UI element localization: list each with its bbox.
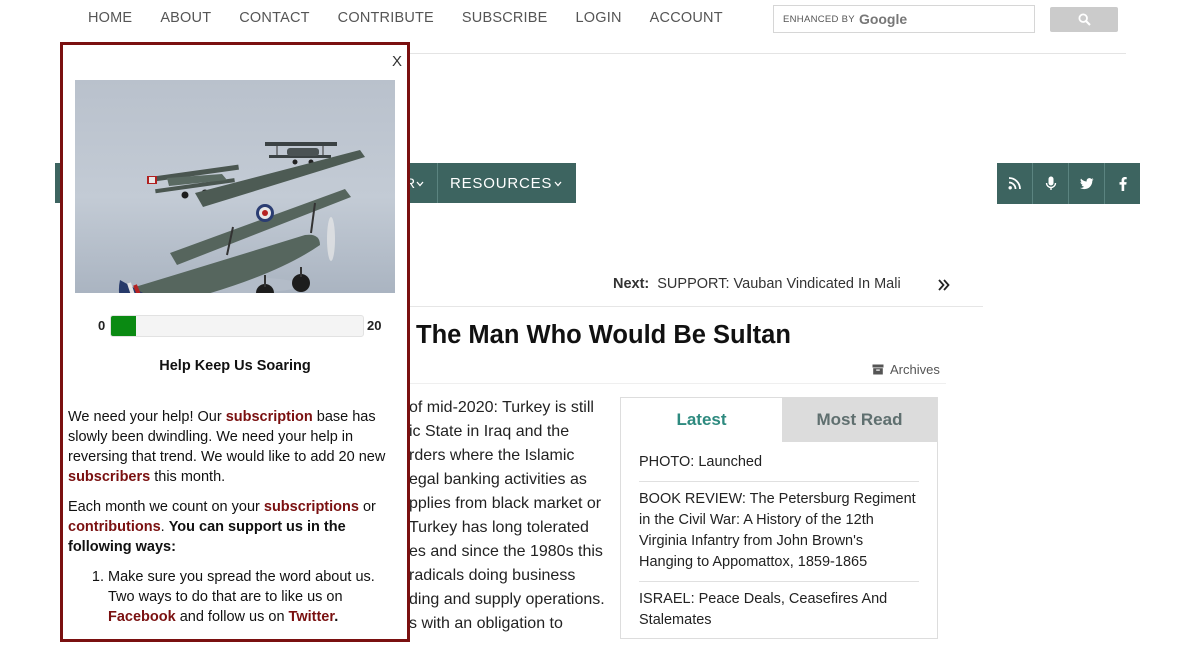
archive-box-icon bbox=[872, 364, 884, 375]
meta-divider bbox=[405, 383, 946, 384]
support-ways-list: Make sure you spread the word about us. … bbox=[68, 567, 404, 627]
article-body-line: ic State in Iraq and the bbox=[409, 423, 570, 440]
subscription-link[interactable]: subscription bbox=[226, 409, 313, 425]
search-icon bbox=[1077, 13, 1091, 26]
text-segment: Each month we count on your bbox=[68, 499, 264, 515]
search-input[interactable]: ENHANCED BY Google bbox=[773, 5, 1035, 33]
nav-separator bbox=[437, 163, 438, 203]
nav-home-link[interactable]: HOME bbox=[88, 10, 132, 28]
header-divider bbox=[400, 53, 1126, 54]
nav-subscribe-link[interactable]: SUBSCRIBE bbox=[462, 10, 548, 28]
biplanes-photo bbox=[75, 80, 395, 293]
search-button[interactable] bbox=[1050, 7, 1118, 32]
progress-fill bbox=[111, 316, 137, 336]
list-item[interactable]: ISRAEL: Peace Deals, Ceasefires And Stal… bbox=[639, 589, 919, 639]
main-nav-bar: R RESOURCES bbox=[405, 163, 576, 203]
popup-paragraph: We need your help! Our subscription base… bbox=[68, 407, 404, 487]
text-segment: or bbox=[358, 499, 376, 515]
tab-latest[interactable]: Latest bbox=[621, 398, 782, 442]
article-body-line: of mid-2020: Turkey is still bbox=[409, 399, 594, 416]
close-button[interactable]: X bbox=[392, 53, 402, 70]
text-segment: Make sure you spread the word about us. … bbox=[108, 569, 375, 605]
article-body-line: ding and supply operations. bbox=[409, 591, 605, 608]
twitter-button[interactable] bbox=[1068, 163, 1104, 204]
subscribers-link[interactable]: subscribers bbox=[68, 469, 150, 485]
subscriptions-link[interactable]: subscriptions bbox=[264, 499, 359, 515]
next-label: Next: bbox=[613, 276, 650, 292]
tab-most-read[interactable]: Most Read bbox=[782, 397, 937, 442]
subscription-popup: X 0 20 Help Keep Us Soaring We need your… bbox=[60, 42, 410, 642]
podcast-button[interactable] bbox=[1032, 163, 1068, 204]
facebook-button[interactable] bbox=[1104, 163, 1140, 204]
article-body: of mid-2020: Turkey is still ic State in… bbox=[409, 396, 619, 636]
rss-icon bbox=[1008, 177, 1021, 190]
list-item[interactable]: PHOTO: Launched bbox=[639, 452, 919, 482]
nav-resources-dropdown[interactable]: RESOURCES bbox=[450, 175, 562, 192]
article-body-line: pplies from black market or bbox=[409, 495, 602, 512]
text-segment: . bbox=[334, 609, 339, 625]
nav-resources-label: RESOURCES bbox=[450, 174, 553, 192]
nav-about-link[interactable]: ABOUT bbox=[160, 10, 211, 28]
latest-posts-widget: Latest Most Read PHOTO: Launched BOOK RE… bbox=[620, 397, 938, 639]
microphone-icon bbox=[1045, 176, 1056, 190]
next-article-link[interactable]: Next: SUPPORT: Vauban Vindicated In Mali bbox=[613, 276, 901, 292]
nav-contribute-link[interactable]: CONTRIBUTE bbox=[338, 10, 434, 28]
article-body-line: radicals doing business bbox=[409, 567, 576, 584]
article-body-line: Turkey has long tolerated bbox=[409, 519, 589, 536]
text-segment: and follow us on bbox=[175, 609, 289, 625]
search-enhanced-label: ENHANCED BY bbox=[783, 13, 855, 25]
latest-posts-list: PHOTO: Launched BOOK REVIEW: The Petersb… bbox=[639, 452, 919, 646]
article-body-line: es and since the 1980s this bbox=[409, 543, 603, 560]
article-body-line: rders where the Islamic bbox=[409, 447, 575, 464]
list-item[interactable]: BOOK REVIEW: The Petersburg Regiment in … bbox=[639, 489, 919, 582]
progress-max-label: 20 bbox=[367, 318, 382, 333]
article-headline: The Man Who Would Be Sultan bbox=[416, 321, 791, 349]
archives-link[interactable]: Archives bbox=[872, 362, 940, 377]
contributions-link[interactable]: contributions bbox=[68, 519, 161, 535]
progress-min-label: 0 bbox=[98, 318, 106, 333]
popup-title: Help Keep Us Soaring bbox=[159, 358, 311, 374]
text-segment: this month. bbox=[150, 469, 226, 485]
next-article-title: SUPPORT: Vauban Vindicated In Mali bbox=[657, 276, 901, 292]
progress-track bbox=[110, 315, 364, 337]
facebook-link[interactable]: Facebook bbox=[108, 609, 176, 625]
nav-account-link[interactable]: ACCOUNT bbox=[650, 10, 723, 28]
list-item: Make sure you spread the word about us. … bbox=[108, 567, 404, 627]
chevron-down-icon bbox=[416, 181, 424, 187]
double-chevron-right-icon[interactable] bbox=[937, 276, 951, 294]
article-body-line: s with an obligation to bbox=[409, 615, 563, 632]
top-nav: HOME ABOUT CONTACT CONTRIBUTE SUBSCRIBE … bbox=[88, 10, 723, 28]
rss-button[interactable] bbox=[997, 163, 1032, 204]
popup-paragraph: Each month we count on your subscription… bbox=[68, 497, 404, 557]
chevron-down-icon bbox=[554, 181, 562, 187]
nav-login-link[interactable]: LOGIN bbox=[576, 10, 622, 28]
article-body-line: egal banking activities as bbox=[409, 471, 587, 488]
popup-body: We need your help! Our subscription base… bbox=[68, 407, 404, 627]
facebook-icon bbox=[1119, 176, 1127, 191]
google-logo-text: Google bbox=[858, 11, 908, 27]
social-links bbox=[997, 163, 1140, 204]
nav-contact-link[interactable]: CONTACT bbox=[239, 10, 309, 28]
twitter-link[interactable]: Twitter bbox=[289, 609, 335, 625]
archives-label: Archives bbox=[890, 362, 940, 377]
text-segment: We need your help! Our bbox=[68, 409, 226, 425]
text-segment: . bbox=[160, 519, 169, 535]
article-divider bbox=[405, 306, 983, 307]
twitter-icon bbox=[1079, 177, 1093, 189]
subscriber-goal-progress: 0 20 bbox=[98, 315, 388, 337]
